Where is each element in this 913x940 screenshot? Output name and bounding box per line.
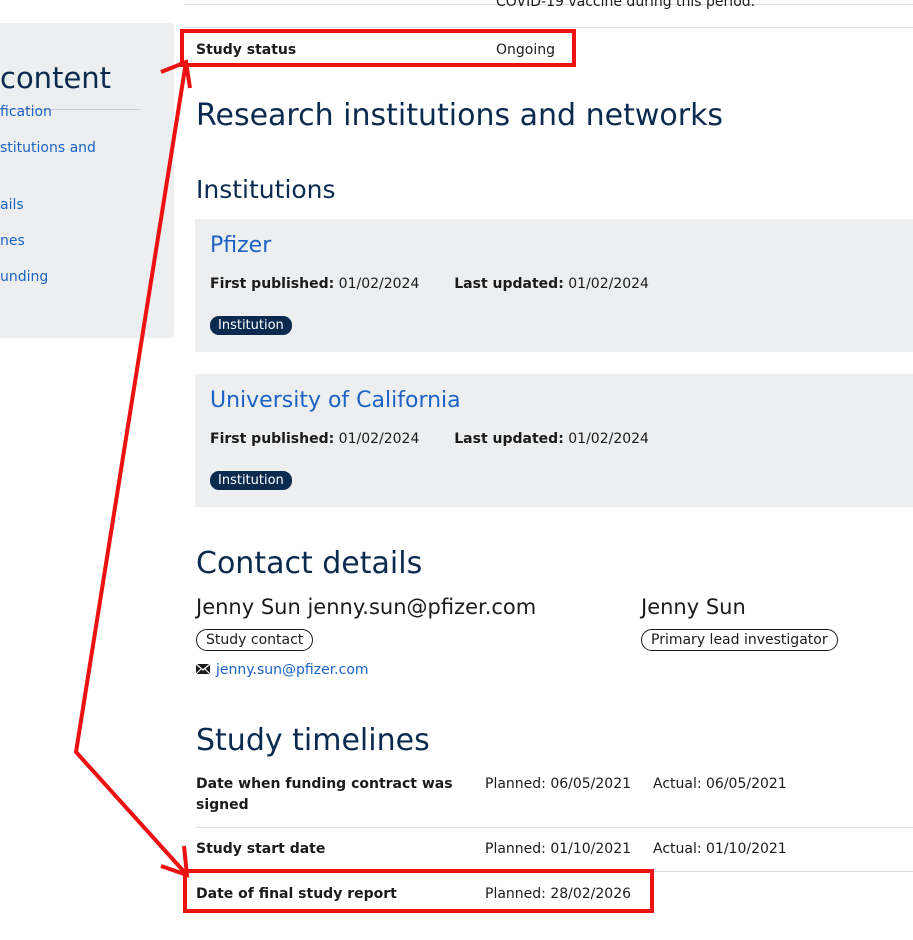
timeline-actual: Actual: 06/05/2021 xyxy=(653,776,787,792)
toc-link-identification[interactable]: fication xyxy=(0,104,52,120)
institution-link[interactable]: University of California xyxy=(210,388,461,413)
timeline-divider xyxy=(196,827,913,828)
timeline-label: Date when funding contract was signed xyxy=(196,776,453,813)
email-link[interactable]: jenny.sun@pfizer.com xyxy=(216,662,369,678)
contact-name: Jenny Sun xyxy=(641,595,746,619)
arrowhead-bottom xyxy=(160,845,190,878)
contact-name: Jenny Sun jenny.sun@pfizer.com xyxy=(196,595,537,619)
institution-badge: Institution xyxy=(210,316,292,335)
institution-badge: Institution xyxy=(210,471,292,490)
study-status-label: Study status xyxy=(196,42,297,58)
institution-link[interactable]: Pfizer xyxy=(210,233,271,258)
timeline-actual: Actual: 01/10/2021 xyxy=(653,841,787,857)
last-updated-value: 01/02/2024 xyxy=(568,276,649,292)
toc-link-contact-details[interactable]: ails xyxy=(0,197,24,213)
status-divider xyxy=(184,27,913,28)
timelines-heading: Study timelines xyxy=(196,723,430,758)
timeline-label: Date of final study report xyxy=(196,886,397,902)
role-badge: Study contact xyxy=(196,629,314,651)
cutoff-text: COVID-19 vaccine during this period. xyxy=(496,0,756,10)
envelope-icon xyxy=(195,662,211,678)
first-published-value: 01/02/2024 xyxy=(338,431,420,447)
last-updated-label: Last updated: xyxy=(454,276,564,292)
timeline-divider xyxy=(196,871,913,872)
last-updated-value: 01/02/2024 xyxy=(568,431,649,447)
institution-card: University of California First published… xyxy=(195,374,913,507)
first-published-label: First published: xyxy=(210,276,335,292)
timeline-planned: Planned: 28/02/2026 xyxy=(485,886,632,902)
first-published-label: First published: xyxy=(210,431,335,447)
institution-meta: First published: 01/02/2024 Last updated… xyxy=(210,431,649,447)
toc-link-funding[interactable]: unding xyxy=(0,269,48,285)
toc-link-timelines[interactable]: nes xyxy=(0,233,25,249)
last-updated-label: Last updated: xyxy=(454,431,564,447)
institutions-heading: Institutions xyxy=(196,175,336,204)
toc-title: content xyxy=(0,61,112,95)
first-published-value: 01/02/2024 xyxy=(338,276,420,292)
institution-meta: First published: 01/02/2024 Last updated… xyxy=(210,276,649,292)
contact-heading: Contact details xyxy=(196,546,423,581)
research-heading: Research institutions and networks xyxy=(196,98,724,133)
table-of-contents: content xyxy=(0,23,174,338)
timeline-planned: Planned: 06/05/2021 xyxy=(485,776,632,792)
timeline-planned: Planned: 01/10/2021 xyxy=(485,841,632,857)
timeline-label: Study start date xyxy=(196,841,326,857)
institution-card: Pfizer First published: 01/02/2024 Last … xyxy=(195,219,913,352)
toc-link-institutions[interactable]: stitutions and xyxy=(0,140,96,156)
role-badge: Primary lead investigator xyxy=(641,629,838,651)
study-status-value: Ongoing xyxy=(496,42,555,58)
email-row: jenny.sun@pfizer.com xyxy=(195,662,369,678)
